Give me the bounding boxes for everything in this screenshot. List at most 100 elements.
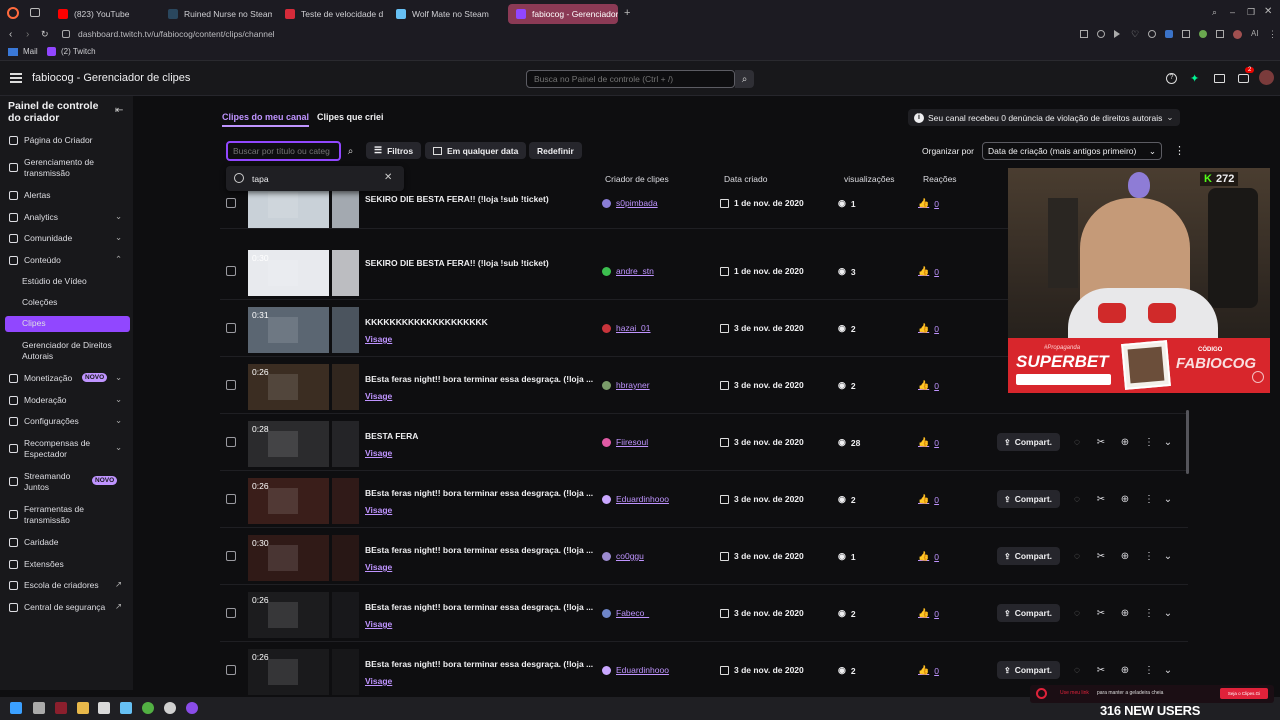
xbox-icon[interactable] [142,702,154,714]
clip-reactions[interactable]: 👍 0 [918,551,939,562]
clip-game-link[interactable]: Visage [365,505,392,515]
clip-thumbnail[interactable]: 0:30 [248,250,329,296]
sidebar-item-9[interactable]: Gerenciador de Direitos Autorais [0,338,133,364]
taskview-icon[interactable] [33,702,45,714]
col-date[interactable]: Data criado [724,174,767,184]
row-checkbox[interactable] [226,608,236,618]
new-tab-icon[interactable]: + [624,7,630,19]
inbox-icon[interactable] [1214,74,1225,83]
clip-reactions[interactable]: 👍 0 [918,494,939,505]
clip-title[interactable]: BESTA FERA [365,431,418,441]
col-reactions[interactable]: Reações [923,174,957,184]
clip-creator[interactable]: andre_stn [602,266,654,276]
clip-search-input[interactable] [226,141,341,161]
start-icon[interactable] [10,702,22,714]
clip-row[interactable]: 0:26 BEsta feras night!! bora terminar es… [220,585,1188,642]
row-checkbox[interactable] [226,551,236,561]
ai-icon[interactable]: AI [1251,30,1259,38]
search-button[interactable]: ⌕ [735,70,754,88]
clip-row[interactable]: 0:26 BEsta feras night!! bora terminar es… [220,471,1188,528]
row-checkbox[interactable] [226,437,236,447]
add-circle-icon[interactable]: ⊕ [1119,493,1131,505]
date-filter-button[interactable]: Em qualquer data [425,142,527,159]
forward-icon[interactable]: › [26,29,29,40]
heart-icon[interactable]: ♡ [1131,30,1139,39]
clip-reactions[interactable]: 👍 0 [918,437,939,448]
clip-reactions[interactable]: 👍 0 [918,665,939,676]
clip-creator[interactable]: hbrayner [602,380,650,390]
add-circle-icon[interactable]: ⊕ [1119,607,1131,619]
remove-search-icon[interactable]: ✕ [384,172,392,183]
explorer-icon[interactable] [77,702,89,714]
filters-button[interactable]: ☰ Filtros [366,142,422,159]
more-icon[interactable]: ⋮ [1143,493,1155,505]
bookmark-mail[interactable]: Mail [8,47,38,56]
reset-button[interactable]: Redefinir [529,142,582,159]
col-views[interactable]: visualizações [844,174,895,184]
play-icon[interactable] [1114,30,1122,38]
crown-icon[interactable]: ✦ [1190,72,1199,85]
loading-icon[interactable]: ◌ [1071,607,1083,619]
clip-title[interactable]: BEsta feras night!! bora terminar essa d… [365,545,593,555]
clip-thumbnail[interactable]: 0:31 [248,307,329,353]
collapse-sidebar-icon[interactable]: ⇤ [115,105,123,116]
help-icon[interactable]: ? [1166,73,1177,84]
extension-icon[interactable] [1199,30,1207,38]
loading-icon[interactable]: ◌ [1071,550,1083,562]
clip-creator[interactable]: s0pimbada [602,198,658,208]
profile-avatar-icon[interactable] [1233,30,1242,39]
col-creator[interactable]: Criador de clipes [605,174,669,184]
row-checkbox[interactable] [226,266,236,276]
browser-app-icon[interactable] [55,702,67,714]
expand-chevron-icon[interactable]: ⌄ [1162,493,1174,505]
clip-reactions[interactable]: 👍 0 [918,380,939,391]
share-button[interactable]: ⇪ Compart. [997,604,1060,622]
download-icon[interactable] [1216,30,1224,38]
sidebar-item-7[interactable]: Coleções [0,295,133,311]
clip-thumbnail[interactable]: 0:26 [248,478,329,524]
browser-tab[interactable]: Ruined Nurse no Steam [160,4,272,24]
sidebar-item-6[interactable]: Estúdio de Vídeo [0,274,133,290]
clip-reactions[interactable]: 👍 0 [918,323,939,334]
clip-thumbnail[interactable]: 0:28 [248,421,329,467]
clip-creator[interactable]: Eduardinhooo [602,494,669,504]
scissors-icon[interactable]: ✂ [1095,436,1107,448]
clip-creator[interactable]: Fabeco_ [602,608,649,618]
clip-thumbnail[interactable]: 0:26 [248,592,329,638]
extension-icon[interactable] [1097,30,1105,38]
share-button[interactable]: ⇪ Compart. [997,490,1060,508]
clip-game-link[interactable]: Visage [365,391,392,401]
clip-reactions[interactable]: 👍 0 [918,608,939,619]
sidebar-item-17[interactable]: Extensões [0,557,133,573]
clip-game-link[interactable]: Visage [365,562,392,572]
clip-title[interactable]: SEKIRO DIE BESTA FERA!! (!loja !sub !tic… [365,194,549,204]
sidebar-item-8[interactable]: Clipes [5,316,130,332]
close-window-icon[interactable]: ✕ [1264,6,1272,17]
more-icon[interactable]: ⋮ [1143,436,1155,448]
clip-row[interactable]: 0:28 BESTA FERA Visage Fiiresoul 3 de nov. d… [220,414,1188,471]
browser-tab[interactable]: fabiocog - Gerenciador de [508,4,618,24]
steam-icon[interactable] [120,702,132,714]
clip-creator[interactable]: hazai_01 [602,323,651,333]
sidebar-item-3[interactable]: Analytics ⌄ [0,210,133,226]
sidebar-item-0[interactable]: Página do Criador [0,133,133,149]
bookmark-twitch[interactable]: (2) Twitch [47,47,96,56]
clip-game-link[interactable]: Visage [365,676,392,686]
more-icon[interactable]: ⋮ [1143,550,1155,562]
scissors-icon[interactable]: ✂ [1095,550,1107,562]
sidebar-item-10[interactable]: Monetização NOVO ⌄ [0,371,133,387]
clip-creator[interactable]: Eduardinhooo [602,665,669,675]
clip-game-link[interactable]: Visage [365,334,392,344]
scissors-icon[interactable]: ✂ [1095,664,1107,676]
extension-icon[interactable] [1080,30,1088,38]
sidebar-item-13[interactable]: Recompensas de Espectador ⌄ [0,436,133,462]
site-info-icon[interactable] [62,30,70,38]
clip-title[interactable]: BEsta feras night!! bora terminar essa d… [365,602,593,612]
sidebar-item-12[interactable]: Configurações ⌄ [0,414,133,430]
minimize-icon[interactable]: – [1230,7,1235,17]
clip-game-link[interactable]: Visage [365,619,392,629]
tab-clips-i-created[interactable]: Clipes que criei [317,112,384,122]
expand-chevron-icon[interactable]: ⌄ [1162,607,1174,619]
sidebar-item-19[interactable]: Central de segurança ↗ [0,600,133,616]
menu-dots-icon[interactable]: ⋮ [1268,29,1277,40]
